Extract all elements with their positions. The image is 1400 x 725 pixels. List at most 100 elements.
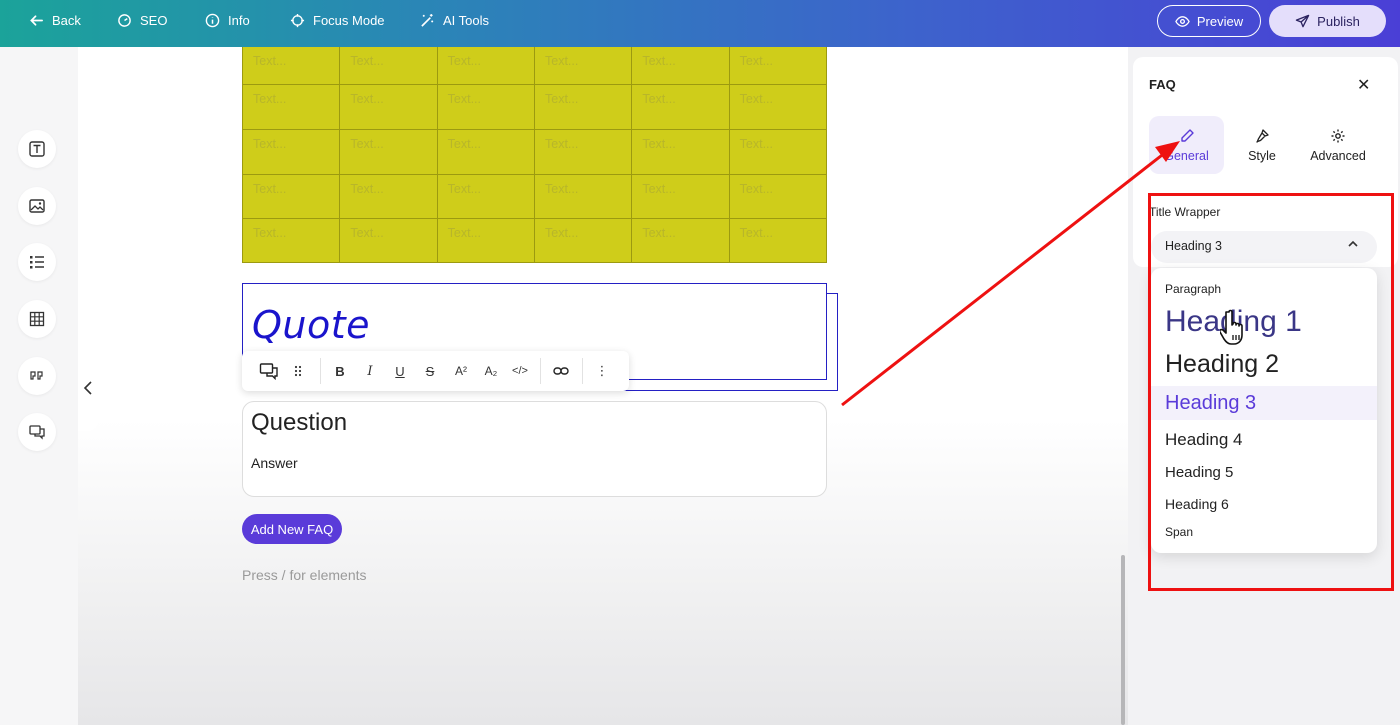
toolbar-divider bbox=[320, 358, 321, 384]
table-cell[interactable]: Text... bbox=[632, 47, 730, 84]
table-cell[interactable]: Text... bbox=[340, 218, 438, 263]
table-cell[interactable]: Text... bbox=[729, 84, 827, 129]
quote-element-button[interactable] bbox=[18, 357, 56, 395]
table-cell[interactable]: Text... bbox=[632, 84, 730, 129]
table-cell[interactable]: Text... bbox=[437, 218, 535, 263]
table-cell[interactable]: Text... bbox=[340, 174, 438, 218]
list-element-button[interactable] bbox=[18, 243, 56, 281]
table-cell[interactable]: Text... bbox=[243, 218, 341, 263]
italic-button[interactable]: I bbox=[360, 361, 380, 381]
table-cell[interactable]: Text... bbox=[340, 84, 438, 129]
publish-label: Publish bbox=[1317, 13, 1360, 29]
tab-general-label: General bbox=[1164, 148, 1209, 163]
table-cell[interactable]: Text... bbox=[729, 174, 827, 218]
ai-tools-button[interactable]: AI Tools bbox=[420, 13, 489, 28]
tab-advanced[interactable]: Advanced bbox=[1302, 116, 1374, 174]
focus-mode-button[interactable]: Focus Mode bbox=[290, 13, 385, 28]
info-icon bbox=[205, 13, 220, 28]
info-button[interactable]: Info bbox=[205, 13, 250, 28]
tab-general[interactable]: General bbox=[1149, 116, 1224, 174]
subscript-button[interactable]: A₂ bbox=[480, 361, 502, 381]
more-options-button[interactable]: ⋮ bbox=[592, 361, 612, 381]
block-hint-placeholder[interactable]: Press / for elements bbox=[242, 567, 367, 583]
top-bar: Back SEO Info Focus Mode AI Tools Previe… bbox=[0, 0, 1400, 47]
add-new-faq-button[interactable]: Add New FAQ bbox=[242, 514, 342, 544]
table-cell[interactable]: Text... bbox=[438, 47, 535, 84]
underline-button[interactable]: U bbox=[390, 361, 410, 381]
strikethrough-button[interactable]: S bbox=[420, 361, 440, 381]
close-panel-button[interactable]: ✕ bbox=[1357, 75, 1370, 95]
publish-button[interactable]: Publish bbox=[1269, 5, 1386, 37]
comment-tool[interactable] bbox=[258, 361, 280, 381]
table-icon bbox=[29, 311, 45, 327]
canvas-scrollbar[interactable] bbox=[1121, 555, 1125, 725]
link-icon bbox=[553, 367, 569, 375]
bold-button[interactable]: B bbox=[330, 361, 350, 381]
text-element-button[interactable] bbox=[18, 130, 56, 168]
faq-element-button[interactable] bbox=[18, 413, 56, 451]
faq-question[interactable]: Question bbox=[251, 409, 347, 437]
ai-tools-label: AI Tools bbox=[443, 13, 490, 28]
panel-title: FAQ bbox=[1149, 77, 1176, 92]
table-cell[interactable]: Text... bbox=[730, 47, 827, 84]
tab-style-label: Style bbox=[1248, 148, 1276, 163]
annotation-highlight-box bbox=[1148, 193, 1394, 591]
inline-format-toolbar: B I U S A² A₂ </> ⋮ bbox=[242, 351, 629, 391]
table-cell[interactable]: Text... bbox=[437, 84, 535, 129]
comment-icon bbox=[259, 363, 278, 380]
table-cell[interactable]: Text... bbox=[632, 174, 730, 218]
drag-handle[interactable] bbox=[292, 361, 304, 381]
send-icon bbox=[1295, 14, 1310, 27]
table-cell[interactable]: Text... bbox=[632, 218, 730, 263]
quote-text[interactable]: Quote bbox=[252, 303, 370, 347]
info-label: Info bbox=[228, 13, 250, 28]
seo-label: SEO bbox=[140, 13, 168, 28]
eye-icon bbox=[1175, 15, 1190, 27]
table-cell[interactable]: Text... bbox=[243, 174, 341, 218]
table-cell[interactable]: Text... bbox=[535, 47, 633, 84]
focus-mode-label: Focus Mode bbox=[313, 13, 385, 28]
collapse-sidebar-button[interactable] bbox=[78, 345, 98, 431]
table-cell[interactable]: Text... bbox=[340, 47, 438, 84]
chevron-left-icon bbox=[83, 381, 92, 395]
faq-answer[interactable]: Answer bbox=[251, 455, 298, 471]
code-button[interactable]: </> bbox=[509, 361, 531, 381]
table-cell[interactable]: Text... bbox=[243, 47, 341, 84]
table-cell[interactable]: Text... bbox=[437, 129, 535, 174]
table-cell[interactable]: Text... bbox=[729, 218, 827, 263]
table-block[interactable]: Text... Text... Text... Text... Text... Text.… bbox=[242, 47, 827, 263]
list-icon bbox=[30, 256, 44, 269]
preview-label: Preview bbox=[1196, 13, 1244, 29]
link-button[interactable] bbox=[550, 361, 572, 381]
superscript-button[interactable]: A² bbox=[450, 361, 472, 381]
table-cell[interactable]: Text... bbox=[535, 84, 633, 129]
seo-button[interactable]: SEO bbox=[117, 13, 167, 28]
element-sidebar bbox=[0, 47, 78, 725]
table-cell[interactable]: Text... bbox=[535, 218, 633, 263]
gear-icon bbox=[1331, 129, 1345, 142]
crosshair-icon bbox=[290, 13, 305, 28]
table-cell[interactable]: Text... bbox=[243, 129, 341, 174]
gauge-icon bbox=[118, 14, 131, 27]
table-cell[interactable]: Text... bbox=[632, 129, 730, 174]
back-button[interactable]: Back bbox=[29, 13, 81, 28]
back-label: Back bbox=[52, 13, 81, 28]
magic-wand-icon bbox=[421, 13, 434, 27]
toolbar-divider bbox=[582, 358, 583, 384]
pencil-icon bbox=[1180, 128, 1194, 142]
toolbar-divider bbox=[540, 358, 541, 384]
text-icon bbox=[29, 141, 45, 157]
arrow-left-icon bbox=[30, 15, 43, 26]
table-element-button[interactable] bbox=[18, 300, 56, 338]
table-cell[interactable]: Text... bbox=[535, 174, 633, 218]
table-cell[interactable]: Text... bbox=[729, 129, 827, 174]
table-cell[interactable]: Text... bbox=[243, 84, 341, 129]
tab-style[interactable]: Style bbox=[1232, 116, 1292, 174]
table-cell[interactable]: Text... bbox=[437, 174, 535, 218]
table-cell[interactable]: Text... bbox=[535, 129, 633, 174]
grip-icon bbox=[294, 365, 302, 377]
preview-button[interactable]: Preview bbox=[1157, 5, 1261, 37]
quote-icon bbox=[30, 371, 43, 380]
table-cell[interactable]: Text... bbox=[340, 129, 438, 174]
image-element-button[interactable] bbox=[18, 187, 56, 225]
